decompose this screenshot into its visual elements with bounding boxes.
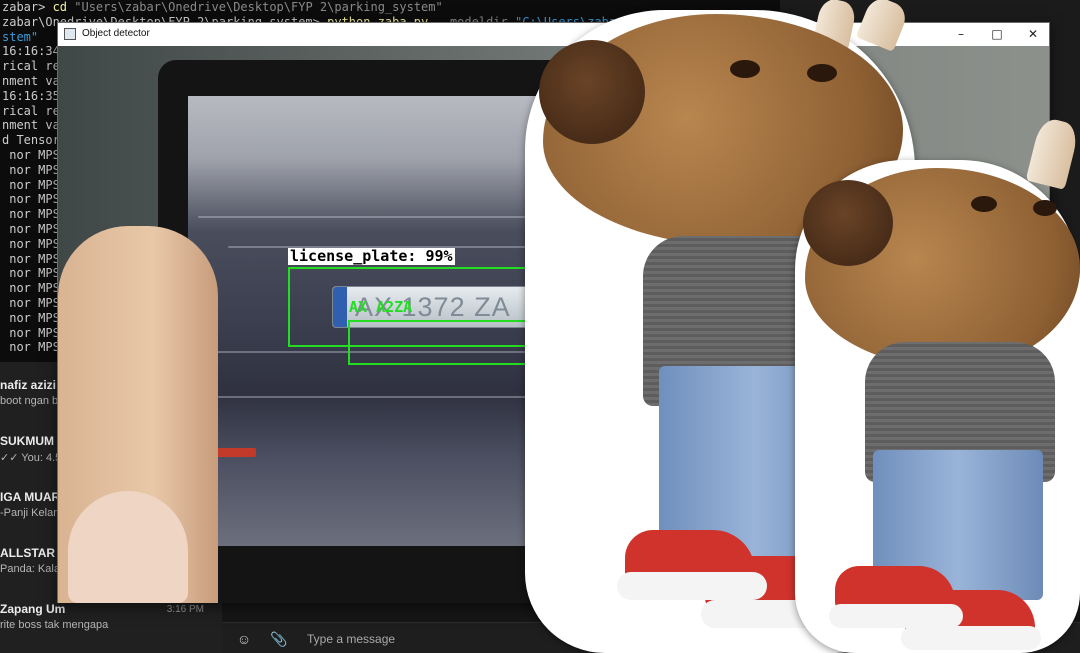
chat-timestamp: 3:16 PM [166, 604, 204, 615]
window-title: Object detector [82, 28, 150, 39]
close-button[interactable]: ✕ [1015, 23, 1051, 46]
chat-preview: boot ngan b [0, 395, 59, 407]
paperclip-icon[interactable]: 📎 [270, 631, 287, 647]
emoji-icon[interactable]: ☺ [236, 631, 252, 647]
message-input[interactable]: Type a message [307, 632, 395, 646]
maximize-button[interactable]: □ [979, 23, 1015, 46]
chat-preview: -Panji Kelan [0, 507, 60, 519]
chat-name: IGA MUAR [0, 490, 61, 504]
chat-name: Zapang Um [0, 602, 66, 616]
detection-label: license_plate: 99% [288, 247, 455, 265]
chat-list-item[interactable]: Zapang Um rite boss tak mengapa 3:16 PM [0, 602, 222, 642]
app-icon [64, 28, 76, 40]
ocr-result-label: AX A2ZA [349, 298, 413, 316]
chat-preview: rite boss tak mengapa [0, 619, 109, 631]
hand-thumbnail [68, 491, 188, 603]
ocr-bounding-box [348, 320, 532, 365]
minimize-button[interactable]: – [943, 23, 979, 46]
dog-sticker-small [795, 116, 1080, 653]
